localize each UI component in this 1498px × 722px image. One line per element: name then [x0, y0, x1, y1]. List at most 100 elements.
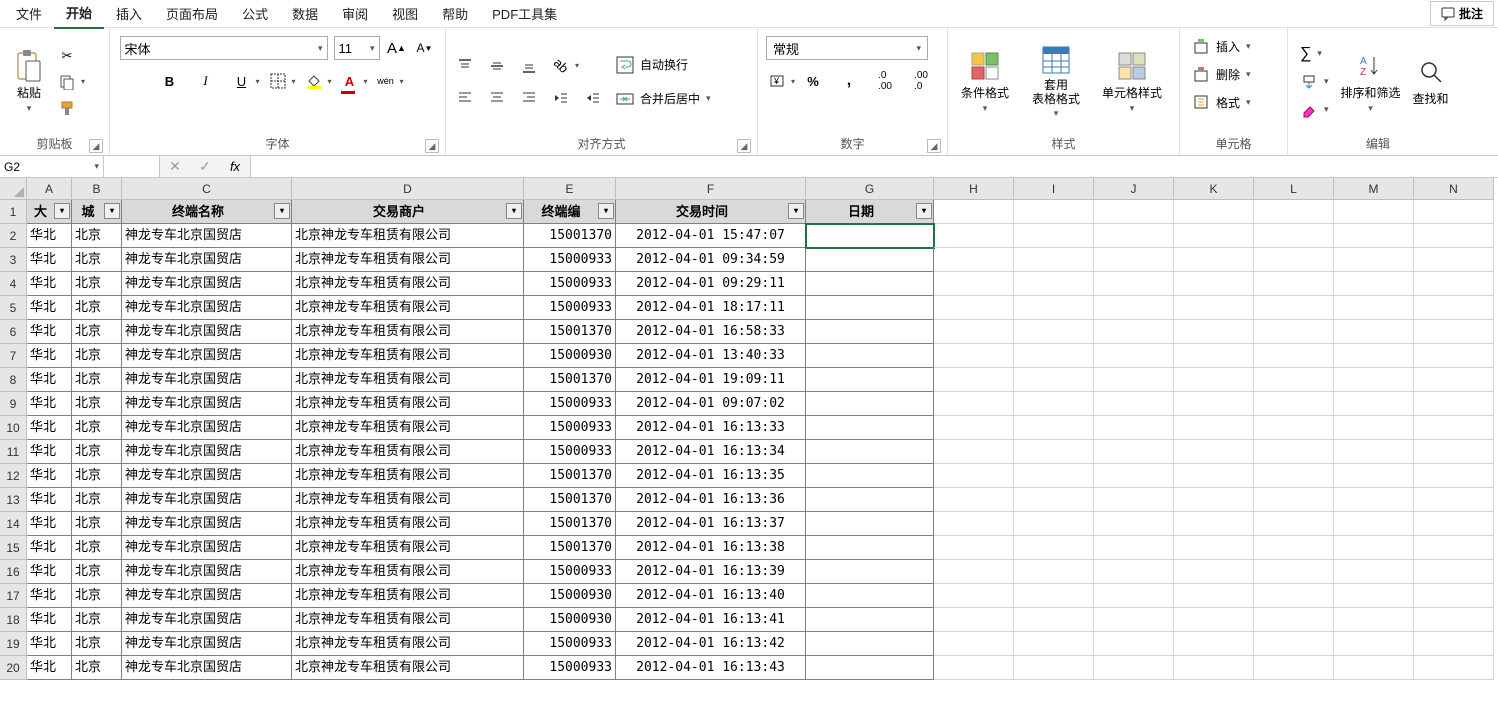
- cell[interactable]: 15000930: [524, 344, 616, 368]
- cell[interactable]: [1014, 368, 1094, 392]
- row-header[interactable]: 9: [0, 392, 27, 416]
- cell[interactable]: [1414, 344, 1494, 368]
- cell[interactable]: 华北: [27, 392, 72, 416]
- row-header[interactable]: 4: [0, 272, 27, 296]
- filter-dropdown[interactable]: ▾: [506, 203, 522, 219]
- cell[interactable]: 北京神龙专车租赁有限公司: [292, 512, 524, 536]
- cell[interactable]: 神龙专车北京国贸店: [122, 416, 292, 440]
- orientation-button[interactable]: ab▾: [550, 55, 572, 77]
- cell[interactable]: [934, 272, 1014, 296]
- cell[interactable]: [934, 368, 1014, 392]
- cell[interactable]: 北京: [72, 392, 122, 416]
- column-header-I[interactable]: I: [1014, 178, 1094, 200]
- font-dialog-launcher[interactable]: ◢: [425, 139, 439, 153]
- cell[interactable]: [1174, 320, 1254, 344]
- cell[interactable]: 北京: [72, 416, 122, 440]
- cell[interactable]: 华北: [27, 608, 72, 632]
- cell[interactable]: [1254, 368, 1334, 392]
- cell[interactable]: 神龙专车北京国贸店: [122, 320, 292, 344]
- cell[interactable]: [1014, 632, 1094, 656]
- number-dialog-launcher[interactable]: ◢: [927, 139, 941, 153]
- cell[interactable]: [1334, 224, 1414, 248]
- cell[interactable]: [806, 368, 934, 392]
- filter-dropdown[interactable]: ▾: [274, 203, 290, 219]
- row-header[interactable]: 20: [0, 656, 27, 680]
- menu-view[interactable]: 视图: [380, 0, 430, 28]
- cell[interactable]: 15000933: [524, 656, 616, 680]
- align-bottom-button[interactable]: [518, 55, 540, 77]
- cell[interactable]: 北京神龙专车租赁有限公司: [292, 272, 524, 296]
- decrease-indent-button[interactable]: [550, 87, 572, 109]
- cell[interactable]: 15000933: [524, 272, 616, 296]
- cell[interactable]: [1334, 320, 1414, 344]
- accounting-format-button[interactable]: ¥▾: [766, 70, 788, 92]
- cell-styles-button[interactable]: 单元格样式▾: [1094, 38, 1170, 126]
- cell[interactable]: [1334, 416, 1414, 440]
- fill-button[interactable]: ▾: [1296, 70, 1333, 94]
- cell[interactable]: 北京: [72, 536, 122, 560]
- cell[interactable]: 北京神龙专车租赁有限公司: [292, 224, 524, 248]
- cell[interactable]: [1334, 464, 1414, 488]
- cell[interactable]: 交易时间▾: [616, 200, 806, 224]
- italic-button[interactable]: I: [195, 70, 217, 92]
- cell[interactable]: 15000933: [524, 440, 616, 464]
- cell[interactable]: 2012-04-01 16:58:33: [616, 320, 806, 344]
- cell[interactable]: 2012-04-01 16:13:38: [616, 536, 806, 560]
- cell[interactable]: 华北: [27, 632, 72, 656]
- cell[interactable]: [1014, 536, 1094, 560]
- row-header[interactable]: 6: [0, 320, 27, 344]
- cell[interactable]: [1254, 512, 1334, 536]
- cell[interactable]: 华北: [27, 320, 72, 344]
- cell[interactable]: 神龙专车北京国贸店: [122, 272, 292, 296]
- cell[interactable]: 神龙专车北京国贸店: [122, 608, 292, 632]
- row-header[interactable]: 16: [0, 560, 27, 584]
- cell[interactable]: [1014, 584, 1094, 608]
- cell[interactable]: [806, 608, 934, 632]
- menu-file[interactable]: 文件: [4, 0, 54, 28]
- cell[interactable]: [1094, 536, 1174, 560]
- cell[interactable]: [1014, 560, 1094, 584]
- cell[interactable]: [1254, 584, 1334, 608]
- cell[interactable]: [1254, 224, 1334, 248]
- cell[interactable]: [1014, 344, 1094, 368]
- cell[interactable]: 北京神龙专车租赁有限公司: [292, 416, 524, 440]
- font-name-select[interactable]: 宋体▾: [120, 36, 328, 60]
- cell[interactable]: 华北: [27, 464, 72, 488]
- cell[interactable]: [806, 536, 934, 560]
- cell[interactable]: [806, 632, 934, 656]
- cell[interactable]: 神龙专车北京国贸店: [122, 464, 292, 488]
- cell[interactable]: 城▾: [72, 200, 122, 224]
- cell[interactable]: 北京神龙专车租赁有限公司: [292, 368, 524, 392]
- cell[interactable]: [934, 392, 1014, 416]
- cell[interactable]: [1014, 416, 1094, 440]
- cell[interactable]: 华北: [27, 512, 72, 536]
- cell[interactable]: [1174, 200, 1254, 224]
- cell[interactable]: 北京神龙专车租赁有限公司: [292, 440, 524, 464]
- decrease-decimal-button[interactable]: .00.0: [910, 70, 932, 92]
- cell[interactable]: [1094, 320, 1174, 344]
- cell[interactable]: [1414, 512, 1494, 536]
- cell[interactable]: [1094, 392, 1174, 416]
- cell[interactable]: [806, 464, 934, 488]
- cell[interactable]: [1094, 368, 1174, 392]
- cell[interactable]: 15000933: [524, 392, 616, 416]
- cell[interactable]: 神龙专车北京国贸店: [122, 560, 292, 584]
- cell[interactable]: 2012-04-01 16:13:34: [616, 440, 806, 464]
- cell[interactable]: [1254, 608, 1334, 632]
- cell[interactable]: [1414, 296, 1494, 320]
- increase-decimal-button[interactable]: .0.00: [874, 70, 896, 92]
- menu-pdf[interactable]: PDF工具集: [480, 0, 569, 28]
- cell[interactable]: [934, 248, 1014, 272]
- cell[interactable]: 神龙专车北京国贸店: [122, 368, 292, 392]
- cell[interactable]: [1014, 608, 1094, 632]
- cell[interactable]: 15001370: [524, 368, 616, 392]
- cell[interactable]: [1414, 464, 1494, 488]
- cell[interactable]: [1174, 344, 1254, 368]
- insert-cells-button[interactable]: 插入▾: [1188, 34, 1255, 58]
- cell[interactable]: 2012-04-01 16:13:35: [616, 464, 806, 488]
- cell[interactable]: [806, 344, 934, 368]
- cell[interactable]: [1094, 272, 1174, 296]
- cell[interactable]: [1014, 440, 1094, 464]
- cell[interactable]: [1014, 272, 1094, 296]
- cell[interactable]: [1414, 248, 1494, 272]
